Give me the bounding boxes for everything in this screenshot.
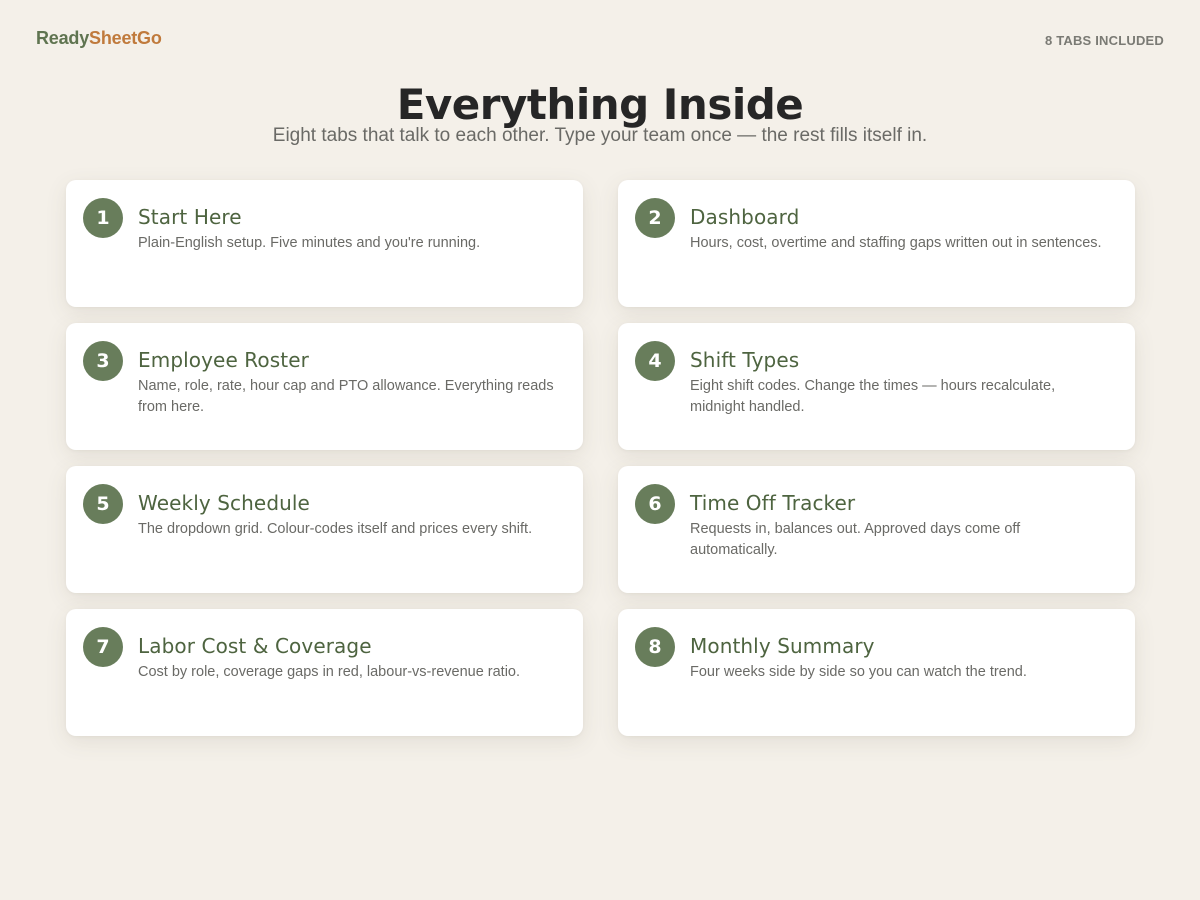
tab-card-shift-types: 4 Shift Types Eight shift codes. Change … <box>618 323 1135 450</box>
number-badge: 2 <box>635 198 675 238</box>
number-badge: 6 <box>635 484 675 524</box>
card-description: Cost by role, coverage gaps in red, labo… <box>138 664 521 680</box>
card-description: Requests in, balances out. Approved days… <box>690 521 1021 558</box>
number-badge: 5 <box>83 484 123 524</box>
tab-card-employee-roster: 3 Employee Roster Name, role, rate, hour… <box>66 323 583 450</box>
tab-card-start-here: 1 Start Here Plain-English setup. Five m… <box>66 180 583 307</box>
number-badge: 3 <box>83 341 123 381</box>
card-title: Time Off Tracker <box>690 491 856 515</box>
number-badge: 8 <box>635 627 675 667</box>
tab-card-time-off-tracker: 6 Time Off Tracker Requests in, balances… <box>618 466 1135 593</box>
card-description: The dropdown grid. Colour-codes itself a… <box>138 521 533 537</box>
brand-logo[interactable]: ReadySheetGo <box>36 28 162 49</box>
card-title: Monthly Summary <box>690 634 875 658</box>
tab-card-monthly-summary: 8 Monthly Summary Four weeks side by sid… <box>618 609 1135 736</box>
number-badge: 1 <box>83 198 123 238</box>
number-badge: 4 <box>635 341 675 381</box>
tabs-count-label: 8 TABS INCLUDED <box>1044 33 1164 48</box>
card-description: Hours, cost, overtime and staffing gaps … <box>690 235 1102 251</box>
card-description: Plain-English setup. Five minutes and yo… <box>138 235 481 251</box>
tabs-grid: 1 Start Here Plain-English setup. Five m… <box>66 180 1135 736</box>
brand-logo-part-2: SheetGo <box>89 28 162 48</box>
card-title: Start Here <box>138 205 242 229</box>
card-title: Shift Types <box>690 348 800 372</box>
card-description: Name, role, rate, hour cap and PTO allow… <box>138 378 554 415</box>
tab-card-weekly-schedule: 5 Weekly Schedule The dropdown grid. Col… <box>66 466 583 593</box>
tab-card-dashboard: 2 Dashboard Hours, cost, overtime and st… <box>618 180 1135 307</box>
page-subtitle: Eight tabs that talk to each other. Type… <box>272 125 928 146</box>
top-bar: ReadySheetGo 8 TABS INCLUDED <box>36 28 1164 49</box>
card-description: Eight shift codes. Change the times — ho… <box>690 378 1056 415</box>
page: ReadySheetGo 8 TABS INCLUDED Everything … <box>0 0 1200 900</box>
tab-card-labor-cost-coverage: 7 Labor Cost & Coverage Cost by role, co… <box>66 609 583 736</box>
brand-logo-part-1: Ready <box>36 28 90 48</box>
card-title: Dashboard <box>690 205 800 229</box>
card-title: Labor Cost & Coverage <box>138 634 372 658</box>
card-title: Employee Roster <box>138 348 309 372</box>
number-badge: 7 <box>83 627 123 667</box>
card-title: Weekly Schedule <box>138 491 310 515</box>
page-title: Everything Inside <box>396 80 804 129</box>
card-description: Four weeks side by side so you can watch… <box>690 664 1027 680</box>
